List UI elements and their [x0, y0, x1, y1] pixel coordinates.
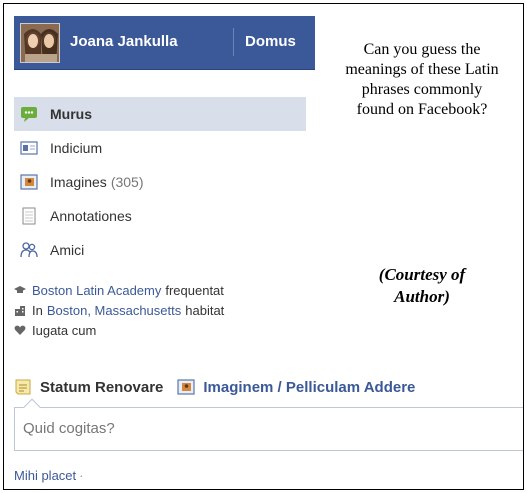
heart-icon [14, 324, 26, 336]
wall-icon [20, 105, 38, 123]
credit-line-1: (Courtesy of [378, 265, 466, 284]
sidebar-item-info[interactable]: Indicium [14, 131, 306, 165]
header-divider [233, 28, 234, 56]
photo-count: (305) [110, 174, 144, 190]
tab-update-status[interactable]: Statum Renovare [14, 378, 163, 396]
likes-separator: · [79, 468, 84, 483]
top-navigation-bar: Joana Jankulla Domus [14, 16, 315, 70]
status-tab-label: Statum Renovare [40, 378, 164, 396]
notes-icon [20, 207, 38, 225]
photos-icon [20, 173, 38, 191]
city-line: In Boston, Massachusetts habitat [14, 300, 314, 320]
profile-info: Boston Latin Academy frequentat In Bosto… [14, 280, 314, 340]
status-icon [14, 378, 32, 396]
school-link[interactable]: Boston Latin Academy [32, 283, 161, 298]
sidebar-item-label: Annotationes [50, 208, 132, 224]
likes-label: Mihi placet [14, 468, 77, 483]
school-suffix: frequentat [165, 282, 224, 298]
sidebar-item-notes[interactable]: Annotationes [14, 199, 306, 233]
photo-tab-label: Imaginem / Pelliculam Addere [203, 378, 416, 396]
home-icon [14, 304, 26, 316]
sidebar-item-label: Murus [50, 106, 92, 122]
sidebar-item-photos[interactable]: Imagines (305) [14, 165, 306, 199]
user-name-link[interactable]: Joana Jankulla [70, 33, 178, 50]
credit-line-2: Author) [394, 287, 450, 306]
sidebar-item-label: Amici [50, 242, 85, 258]
school-line: Boston Latin Academy frequentat [14, 280, 314, 300]
sidebar-item-friends[interactable]: Amici [14, 233, 306, 267]
relationship-text: Iugata cum [32, 322, 97, 338]
publisher-tabs: Statum Renovare Imaginem / Pelliculam Ad… [14, 374, 523, 400]
likes-link[interactable]: Mihi placet · [14, 468, 83, 483]
relationship-line: Iugata cum [14, 320, 314, 340]
sidebar-item-wall[interactable]: Murus [14, 97, 306, 131]
status-input[interactable]: Quid cogitas? [14, 407, 523, 451]
sidebar-item-label: Indicium [50, 140, 103, 156]
city-link[interactable]: Boston, Massachusetts [47, 303, 181, 318]
tab-add-photo[interactable]: Imaginem / Pelliculam Addere [177, 378, 415, 396]
caption-credit: (Courtesy of Author) [342, 264, 502, 308]
school-icon [14, 284, 26, 296]
caption-question: Can you guess the meanings of these Lati… [345, 41, 499, 118]
sidebar-nav: Murus Indicium Imagines (305) Annotation… [14, 97, 306, 267]
city-suffix: habitat [185, 302, 225, 318]
screenshot-frame: Joana Jankulla Domus Can you guess the m… [3, 3, 524, 490]
sidebar-item-label: Imagines [50, 174, 107, 190]
photo-video-icon [177, 378, 195, 396]
avatar[interactable] [20, 23, 60, 63]
city-prefix: In [32, 302, 43, 318]
info-card-icon [20, 139, 38, 157]
friends-icon [20, 241, 38, 259]
home-link[interactable]: Domus [245, 33, 296, 50]
